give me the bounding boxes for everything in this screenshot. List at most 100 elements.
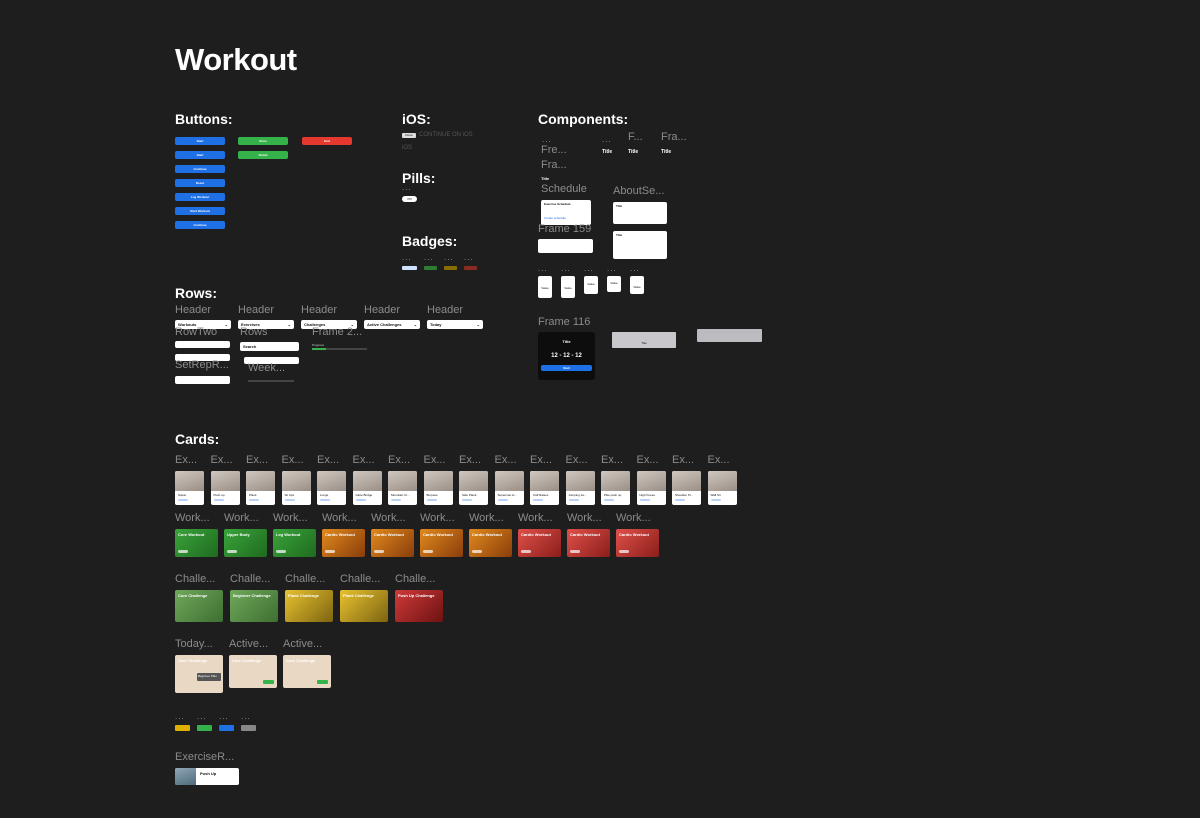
workout-card-title: Cardio Workout — [423, 532, 453, 537]
active-card[interactable]: Core Challenge — [229, 655, 277, 688]
exercise-card[interactable]: Side Plank — [459, 471, 488, 505]
active-card[interactable]: Core Challenge — [283, 655, 331, 688]
create-schedule-link[interactable]: Create schedule — [544, 216, 588, 220]
today-card[interactable]: Core Challenge Beginner Plan — [175, 655, 223, 693]
exercise-card[interactable]: Jumping Ja... — [565, 471, 595, 505]
workout-card-label: Work... — [224, 512, 259, 524]
continue-button-2[interactable]: Continue — [175, 221, 225, 229]
frame-159-label: Frame 159 — [538, 223, 592, 235]
challenge-card-label: Challe... — [340, 573, 381, 585]
about-card-2: Title — [613, 231, 667, 259]
active-badge — [317, 680, 328, 684]
today-card-title: Core Challenge — [178, 658, 208, 663]
exercise-name: Glute Bridge — [355, 493, 373, 497]
workout-card[interactable]: Cardio Workout — [469, 529, 512, 557]
small-card-dots: ... — [241, 712, 251, 721]
workout-card-label: Work... — [420, 512, 455, 524]
end-button[interactable]: End — [302, 137, 352, 145]
workout-card[interactable]: Leg Workout — [273, 529, 316, 557]
exercise-card[interactable]: Mountain Cl... — [388, 471, 417, 505]
exercise-card[interactable]: Squat — [175, 471, 204, 505]
exercise-name: Superman H... — [497, 493, 517, 497]
value-tile: ... Value — [538, 264, 552, 298]
workout-card[interactable]: Core Workout — [175, 529, 218, 557]
exercise-name: Wall Sit — [710, 493, 721, 497]
frame-159-card — [538, 239, 593, 253]
challenge-card[interactable]: Plank Challenge — [340, 590, 388, 622]
badge-dots: ... — [424, 253, 434, 262]
exercise-card[interactable]: Glute Bridge — [352, 471, 382, 505]
active-challenges-row[interactable]: Active Challenges ⌄ — [364, 320, 420, 329]
exercise-card-label: Ex... — [494, 454, 517, 466]
challenge-card-label: Challe... — [230, 573, 271, 585]
exercise-row-title: Push Up — [200, 771, 217, 776]
exercise-card[interactable]: Wall Sit — [707, 471, 737, 505]
workout-card[interactable]: Cardio Workout — [567, 529, 610, 557]
pill[interactable]: Pill — [402, 196, 417, 202]
value-tile: ... Value — [561, 264, 575, 298]
row-label: Active Challenges — [367, 322, 402, 327]
timer-card: Title 12 - 12 - 12 Start — [538, 332, 595, 380]
workout-card-group: Work... Cardio Workout — [567, 512, 610, 557]
small-card: ... — [241, 712, 256, 731]
timer-start-button[interactable]: Start — [541, 365, 592, 371]
row-two-box[interactable] — [175, 341, 230, 348]
exercise-row-label: ExerciseR... — [175, 751, 235, 763]
exercise-card[interactable]: Shoulder Pr... — [672, 471, 701, 505]
workout-card-title: Cardio Workout — [521, 532, 551, 537]
value-tile: ... Value — [607, 264, 621, 298]
workout-card-pill — [276, 550, 286, 553]
exercise-card-group: Ex... Shoulder Pr... — [672, 454, 701, 505]
exercise-card[interactable]: High Knees — [636, 471, 666, 505]
exercise-card[interactable]: Lunge — [317, 471, 346, 505]
workout-card[interactable]: Upper Body — [224, 529, 267, 557]
start-workout-button[interactable]: Start Workout — [175, 207, 225, 215]
active-card-title: Core Challenge — [286, 658, 316, 663]
badge-item: ... — [424, 253, 437, 270]
workout-card[interactable]: Cardio Workout — [616, 529, 659, 557]
reset-button[interactable]: Reset — [175, 179, 225, 187]
workout-card[interactable]: Cardio Workout — [371, 529, 414, 557]
challenge-card[interactable]: Push Up Challenge — [395, 590, 443, 622]
exercise-card[interactable]: Superman H... — [494, 471, 524, 505]
exercise-card[interactable]: Push up — [210, 471, 240, 505]
header-label: Header — [175, 304, 212, 316]
components-label-1: ... — [542, 135, 552, 144]
set-rep-row[interactable] — [175, 376, 230, 384]
exercise-image — [707, 471, 737, 491]
challenge-card[interactable]: Beginner Challenge — [230, 590, 278, 622]
finish-button[interactable]: Finish — [238, 151, 288, 159]
exercise-card[interactable]: Burpees — [423, 471, 453, 505]
exercise-name: Plank — [249, 493, 257, 497]
badges-row: ... ... ... ... — [402, 253, 477, 270]
exercise-card[interactable]: Calf Raises — [530, 471, 559, 505]
ios-done-tag[interactable]: Done — [402, 133, 416, 138]
start-button-2[interactable]: Start — [175, 151, 225, 159]
continue-button[interactable]: Continue — [175, 165, 225, 173]
exercise-card[interactable]: Plank — [246, 471, 275, 505]
exercise-name: Mountain Cl... — [391, 493, 410, 497]
search-row[interactable]: Search — [240, 342, 299, 351]
challenge-card[interactable]: Core Challenge — [175, 590, 223, 622]
exercise-card-label: Ex... — [565, 454, 588, 466]
exercise-row-card[interactable]: Push Up — [175, 768, 239, 785]
badge-blue — [402, 266, 417, 270]
challenge-card-group: Challe... Plank Challenge — [285, 573, 333, 622]
buttons-col-1: Start Start Continue Reset Log Workout S… — [175, 137, 225, 229]
exercise-card[interactable]: Pike push up — [601, 471, 630, 505]
workout-card-title: Cardio Workout — [570, 532, 600, 537]
done-button[interactable]: Done — [238, 137, 288, 145]
components-title-2: Title — [628, 149, 639, 155]
exercise-card[interactable]: Sit Ups — [281, 471, 311, 505]
workout-card[interactable]: Cardio Workout — [420, 529, 463, 557]
challenge-card[interactable]: Plank Challenge — [285, 590, 333, 622]
today-row[interactable]: Today ⌄ — [427, 320, 483, 329]
chevron-down-icon: ⌄ — [476, 322, 480, 327]
start-button[interactable]: Start — [175, 137, 225, 145]
workout-card-group: Work... Cardio Workout — [322, 512, 365, 557]
log-workout-button[interactable]: Log Workout — [175, 193, 225, 201]
workout-card[interactable]: Cardio Workout — [518, 529, 561, 557]
tile-dots: ... — [584, 264, 594, 273]
page-title: Workout — [175, 42, 297, 77]
workout-card[interactable]: Cardio Workout — [322, 529, 365, 557]
